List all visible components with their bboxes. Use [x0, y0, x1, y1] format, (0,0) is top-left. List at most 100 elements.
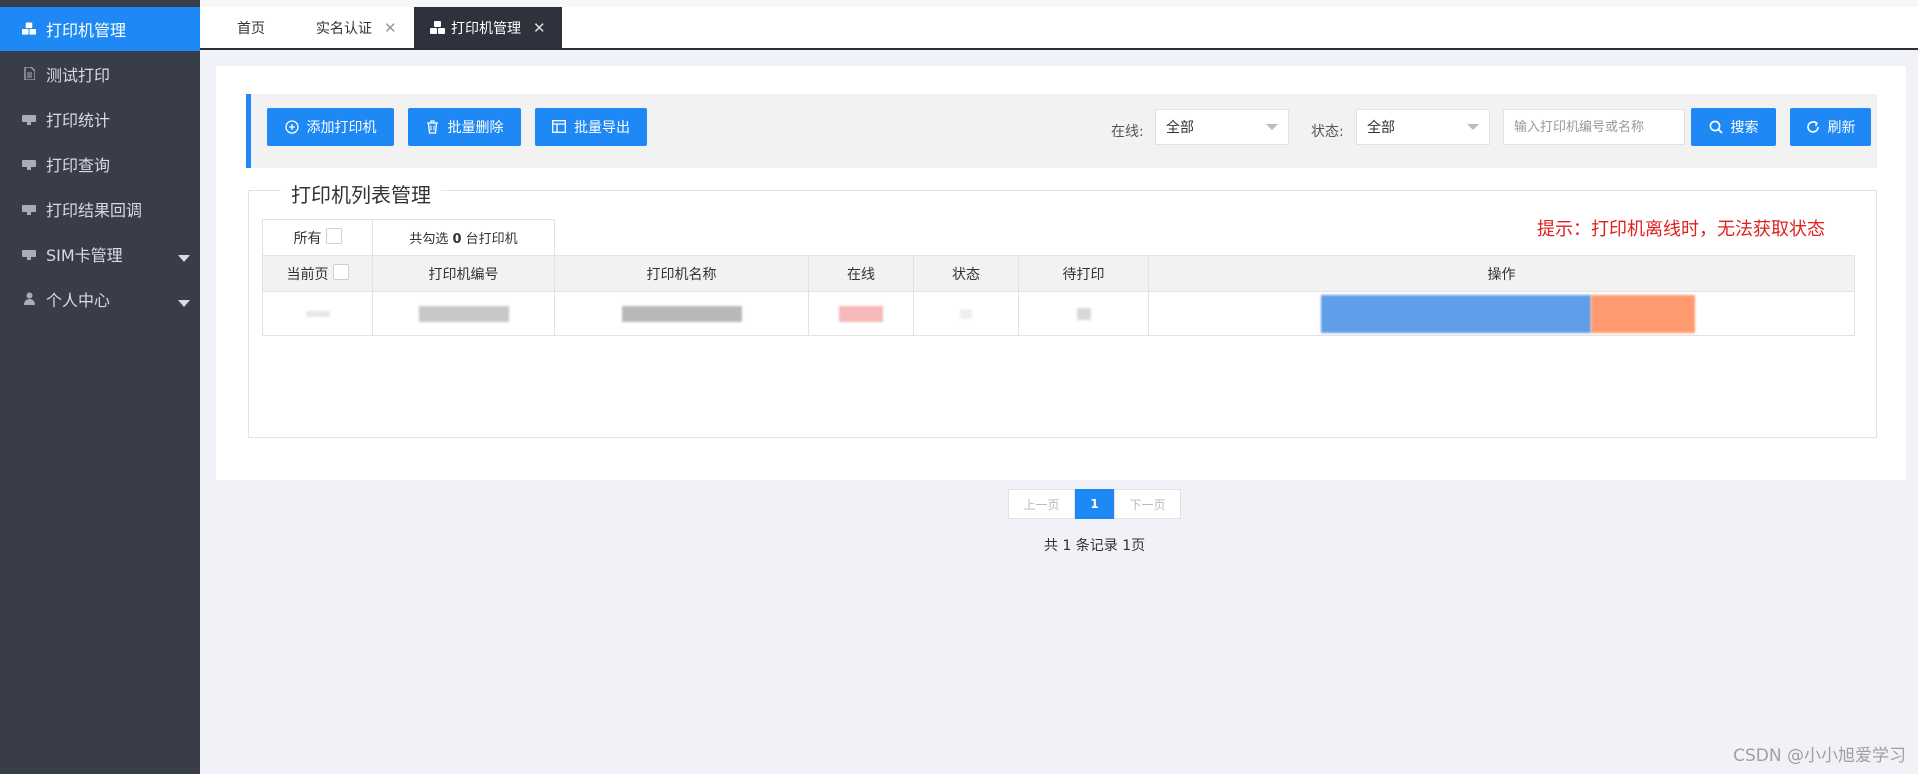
sidebar-item-personal-center[interactable]: 个人中心 — [0, 276, 200, 321]
col-actions: 操作 — [1148, 255, 1855, 292]
printer-icon — [22, 202, 36, 216]
close-icon[interactable]: ✕ — [384, 19, 397, 37]
select-all-checkbox[interactable] — [325, 227, 342, 244]
sidebar-item-sim-manage[interactable]: SIM卡管理 — [0, 231, 200, 276]
search-input[interactable] — [1503, 109, 1685, 145]
file-icon — [22, 67, 36, 81]
col-printer-name: 打印机名称 — [554, 255, 809, 292]
online-select[interactable]: 全部 — [1155, 109, 1289, 145]
sidebar-item-print-stats[interactable]: 打印统计 — [0, 96, 200, 141]
trash-icon — [426, 120, 440, 134]
printer-icon — [22, 247, 36, 261]
select-all-cell: 所有 — [262, 219, 373, 256]
status-select-value: 全部 — [1367, 120, 1395, 136]
row-status — [913, 291, 1019, 336]
tab-bar: 首页 实名认证 ✕ 打印机管理 ✕ — [200, 0, 1918, 50]
printer-table: 所有 共勾选 0 台打印机 当前页 打印机编号 打印机名称 在线 状态 待打印 … — [262, 219, 1855, 336]
tab-home[interactable]: 首页 — [237, 7, 265, 48]
tab-label: 打印机管理 — [451, 20, 521, 37]
total-records: 共 1 条记录 1页 — [1044, 538, 1146, 554]
search-icon — [1709, 120, 1723, 134]
tab-printer-manage[interactable]: 打印机管理 ✕ — [414, 7, 562, 48]
search-button[interactable]: 搜索 — [1691, 108, 1776, 146]
printer-list-panel: 打印机列表管理 提示：打印机离线时，无法获取状态 所有 共勾选 0 台打印机 当… — [248, 179, 1877, 554]
watermark: CSDN @小小旭爱学习 — [1733, 746, 1906, 766]
online-select-value: 全部 — [1166, 120, 1194, 136]
status-label: 状态: — [1311, 124, 1344, 140]
cubes-icon — [430, 20, 445, 35]
selected-prefix: 共勾选 — [409, 232, 449, 247]
batch-export-label: 批量导出 — [574, 120, 630, 136]
sidebar-item-label: 测试打印 — [46, 65, 111, 85]
empty-cell — [555, 220, 1855, 256]
row-printer-id — [372, 291, 555, 336]
select-all-label: 所有 — [293, 230, 322, 247]
row-actions — [1148, 291, 1855, 336]
printer-icon — [22, 157, 36, 171]
row-checkbox-cell — [262, 291, 373, 336]
chevron-down-icon — [1467, 124, 1479, 130]
tab-label: 首页 — [237, 20, 265, 37]
prev-page-button[interactable]: 上一页 — [1008, 489, 1075, 519]
sidebar-item-label: 打印统计 — [46, 110, 111, 130]
table-row — [262, 291, 1855, 336]
sidebar-item-label: 个人中心 — [46, 290, 111, 310]
printer-icon — [22, 112, 36, 126]
tab-real-name[interactable]: 实名认证 ✕ — [316, 7, 397, 48]
add-printer-label: 添加打印机 — [306, 120, 377, 136]
refresh-button[interactable]: 刷新 — [1790, 108, 1871, 146]
batch-delete-button[interactable]: 批量删除 — [408, 108, 521, 146]
pagination: 上一页 1 下一页 — [1008, 489, 1181, 519]
selected-count: 0 — [452, 232, 462, 247]
col-printer-id: 打印机编号 — [372, 255, 555, 292]
row-checkbox[interactable] — [305, 310, 330, 317]
sidebar-item-test-print[interactable]: 测试打印 — [0, 51, 200, 96]
redacted-value — [960, 308, 972, 319]
sidebar-item-label: 打印结果回调 — [46, 200, 143, 220]
redacted-value — [621, 305, 742, 322]
next-page-button[interactable]: 下一页 — [1114, 489, 1181, 519]
sidebar-item-printer-manage[interactable]: 打印机管理 — [0, 7, 200, 51]
row-pending — [1018, 291, 1149, 336]
close-icon[interactable]: ✕ — [533, 19, 546, 37]
page-1-button[interactable]: 1 — [1075, 489, 1114, 519]
batch-export-button[interactable]: 批量导出 — [535, 108, 647, 146]
col-online: 在线 — [808, 255, 914, 292]
redacted-value — [839, 305, 883, 322]
sidebar-item-print-callback[interactable]: 打印结果回调 — [0, 186, 200, 231]
caret-down-icon — [178, 255, 190, 262]
status-select[interactable]: 全部 — [1356, 109, 1490, 145]
row-online — [808, 291, 914, 336]
chevron-down-icon — [1266, 124, 1278, 130]
sidebar-item-print-query[interactable]: 打印查询 — [0, 141, 200, 186]
row-printer-name — [554, 291, 809, 336]
col-pending: 待打印 — [1018, 255, 1149, 292]
user-icon — [22, 292, 36, 306]
plus-circle-icon — [284, 120, 299, 134]
caret-down-icon — [178, 300, 190, 307]
col-current-page: 当前页 — [262, 255, 373, 292]
select-summary-row: 所有 共勾选 0 台打印机 — [262, 219, 1855, 256]
main-card: 添加打印机 批量删除 批量导出 在线: 全部 状态: 全部 输入打印机编号或名称… — [216, 66, 1906, 554]
redacted-action-buttons[interactable] — [1591, 294, 1695, 333]
redacted-action-buttons[interactable] — [1321, 294, 1591, 333]
batch-delete-label: 批量删除 — [447, 120, 504, 136]
sidebar-item-label: SIM卡管理 — [46, 245, 123, 265]
sidebar-item-label: 打印机管理 — [46, 21, 127, 40]
cubes-icon — [22, 22, 36, 36]
online-label: 在线: — [1111, 124, 1144, 140]
selected-suffix: 台打印机 — [465, 232, 518, 247]
table-header-row: 当前页 打印机编号 打印机名称 在线 状态 待打印 操作 — [262, 255, 1855, 292]
redacted-value — [1076, 307, 1091, 320]
table-icon — [552, 120, 566, 134]
search-button-label: 搜索 — [1730, 120, 1759, 136]
col-status: 状态 — [913, 255, 1019, 292]
sidebar: 打印机管理 测试打印 打印统计 打印查询 打印结果回调 SIM卡管理 个人中心 — [0, 0, 200, 774]
col-current-page-label: 当前页 — [286, 266, 329, 283]
select-page-checkbox[interactable] — [332, 263, 349, 280]
add-printer-button[interactable]: 添加打印机 — [267, 108, 394, 146]
selected-count-cell: 共勾选 0 台打印机 — [372, 219, 555, 256]
refresh-icon — [1806, 120, 1820, 134]
refresh-button-label: 刷新 — [1827, 120, 1856, 136]
toolbar: 添加打印机 批量删除 批量导出 在线: 全部 状态: 全部 输入打印机编号或名称… — [246, 94, 1877, 168]
